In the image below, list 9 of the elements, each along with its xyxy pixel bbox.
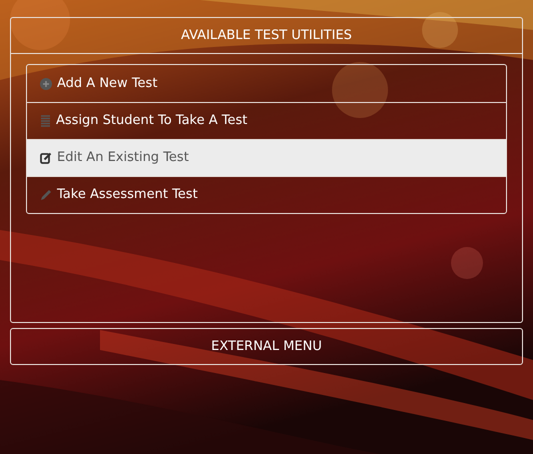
panel-title: AVAILABLE TEST UTILITIES bbox=[11, 18, 522, 54]
list-icon bbox=[40, 115, 51, 127]
menu-item[interactable]: Edit An Existing Test bbox=[27, 139, 506, 176]
pencil-icon bbox=[40, 189, 52, 201]
plus-circle-icon bbox=[40, 78, 52, 90]
edit-icon bbox=[40, 152, 52, 164]
external-menu-button[interactable]: EXTERNAL MENU bbox=[10, 328, 523, 365]
menu-item[interactable]: Add A New Test bbox=[27, 65, 506, 102]
menu-item[interactable]: Take Assessment Test bbox=[27, 176, 506, 213]
